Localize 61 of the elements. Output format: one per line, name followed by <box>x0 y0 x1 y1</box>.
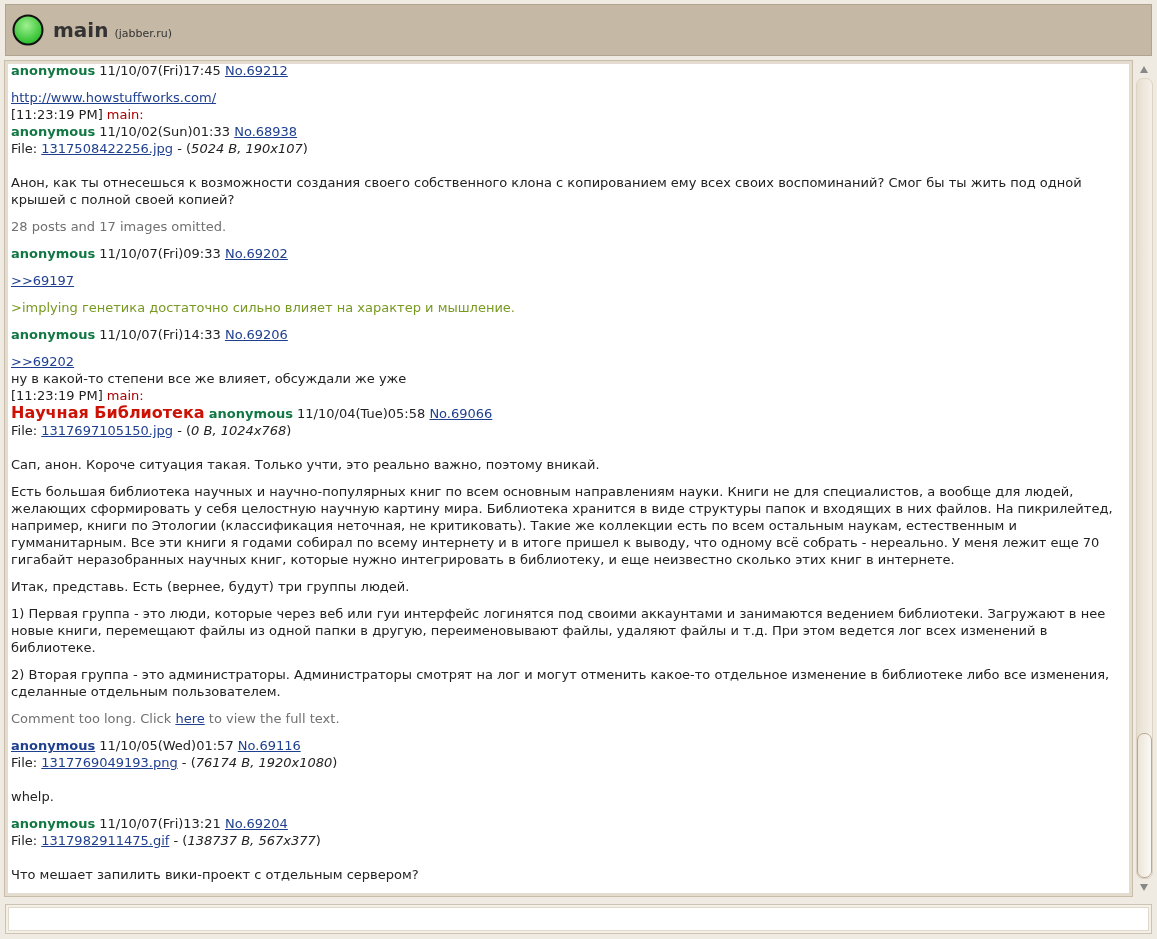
message-text: Что мешает запилить вики-проект с отдельным сервером? <box>11 866 420 883</box>
post-number-link[interactable]: No.69206 <box>224 327 288 342</box>
scroll-down-icon[interactable] <box>1140 884 1148 891</box>
poster-name: anonymous <box>208 406 293 421</box>
message-input-field[interactable] <box>8 907 1149 931</box>
status-orb-icon <box>12 14 44 46</box>
message-text: whelp. <box>11 788 55 805</box>
poster-name: anonymous <box>11 246 96 261</box>
poster-name: anonymous <box>11 816 96 831</box>
message-text: 1) Первая группа - это люди, которые через веб или гуи интерфейс логинятся под своими аккаунтами и занимаются ведением библиотеки. Загружают в нее новые книги, перемещают файлы из одной папки в другую, переименовывают файлы, удаляют файлы и т.д. При этом ведется лог всех изменений в библиотеке. <box>11 605 1107 656</box>
post-date: 11/10/07(Fri)09:33 <box>99 246 221 261</box>
file-link[interactable]: 1317982911475.gif <box>41 833 170 848</box>
server-name: (jabber.ru) <box>114 26 173 40</box>
file-label: File: <box>11 141 38 156</box>
file-info: - (0 B, 1024x768) <box>177 423 292 438</box>
post-date: 11/10/07(Fri)13:21 <box>99 816 221 831</box>
poster-name: anonymous <box>11 64 96 78</box>
scroll-up-icon[interactable] <box>1140 66 1148 73</box>
poster-name: anonymous <box>11 327 96 342</box>
post-date: 11/10/04(Tue)05:58 <box>297 406 426 421</box>
post-number-link[interactable]: No.69212 <box>224 64 288 78</box>
message-text: Есть большая библиотека научных и научно-популярных книг по всем основным направлениям науки. Книги не для специалистов, а вообще для людей, желающих сформировать у себя целостную научную картину мира. Библиотека хранится в виде структуры папок и входящих в них файлов. На пикрилейтед, например, книги по Этологии (классификация неточная, не критиковать). Такие же коллекции есть по всем остальным наукам, естественным и гумманитарным. Все эти книги я годами собирал по всему интернету и в итоге пришел к выводу, что одному всё собрать - нереально. У меня лежит еще 70 гигабайт неразобранных научных книг, которые нужно интегрировать в библиотеку, и еще неизвестно сколько этих книг в интернете. <box>11 483 1114 568</box>
post-number-link[interactable]: No.69204 <box>224 816 288 831</box>
here-link[interactable]: here <box>175 711 205 726</box>
window-title: main <box>53 18 109 42</box>
file-link[interactable]: 1317508422256.jpg <box>41 141 174 156</box>
message-text: Итак, представь. Есть (вернее, будут) три группы людей. <box>11 578 411 595</box>
post-date: 11/10/07(Fri)17:45 <box>99 64 221 78</box>
post-number-link[interactable]: No.69066 <box>429 406 493 421</box>
file-info: - (76174 B, 1920x1080) <box>181 755 338 770</box>
link[interactable]: http://www.howstuffworks.com/ <box>11 90 217 105</box>
link[interactable]: >>69202 <box>11 354 75 369</box>
scroll-thumb[interactable] <box>1136 733 1152 878</box>
file-info: - (138737 B, 567x377) <box>173 833 321 848</box>
timestamp: [11:23:19 PM] <box>11 388 103 403</box>
file-label: File: <box>11 423 38 438</box>
quote-text: >implying генетика достаточно сильно влияет на характер и мышление. <box>11 299 516 316</box>
post-subject: Научная Библиотека <box>11 403 205 422</box>
link[interactable]: >>69197 <box>11 273 75 288</box>
message-text: ну в какой-то степени все же влияет, обсуждали же уже <box>11 370 408 387</box>
truncated-notice: Comment too long. Click here to view the full text. <box>11 710 341 727</box>
post-date: 11/10/07(Fri)14:33 <box>99 327 221 342</box>
message-text: Анон, как ты отнесешься к возможности создания своего собственного клона с копированием ему всех своих воспоминаний? Смог бы ты жить под одной крышей с полной своей копией? <box>11 174 1083 208</box>
file-label: File: <box>11 755 38 770</box>
message-text: Сап, анон. Короче ситуация такая. Только учти, это реально важно, поэтому вникай. <box>11 456 601 473</box>
nickname: main: <box>106 107 144 122</box>
file-link[interactable]: 1317769049193.png <box>41 755 178 770</box>
file-info: - (5024 B, 190x107) <box>177 141 308 156</box>
file-link[interactable]: 1317697105150.jpg <box>41 423 174 438</box>
timestamp: [11:23:19 PM] <box>11 107 103 122</box>
nickname: main: <box>106 388 144 403</box>
file-label: File: <box>11 833 38 848</box>
omitted-notice: 28 posts and 17 images omitted. <box>11 218 228 235</box>
post-number-link[interactable]: No.68938 <box>234 124 298 139</box>
poster-name: anonymous <box>11 124 96 139</box>
poster-name-link[interactable]: anonymous <box>11 738 96 753</box>
message-text: 2) Вторая группа - это администраторы. Администраторы смотрят на лог и могут отменить какое-то отдельное изменение в библиотеке либо все изменения, сделанные отдельным пользователем. <box>11 666 1111 700</box>
post-number-link[interactable]: No.69202 <box>224 246 288 261</box>
post-date: 11/10/02(Sun)01:33 <box>99 124 231 139</box>
post-number-link[interactable]: No.69116 <box>237 738 301 753</box>
post-date: 11/10/05(Wed)01:57 <box>99 738 234 753</box>
